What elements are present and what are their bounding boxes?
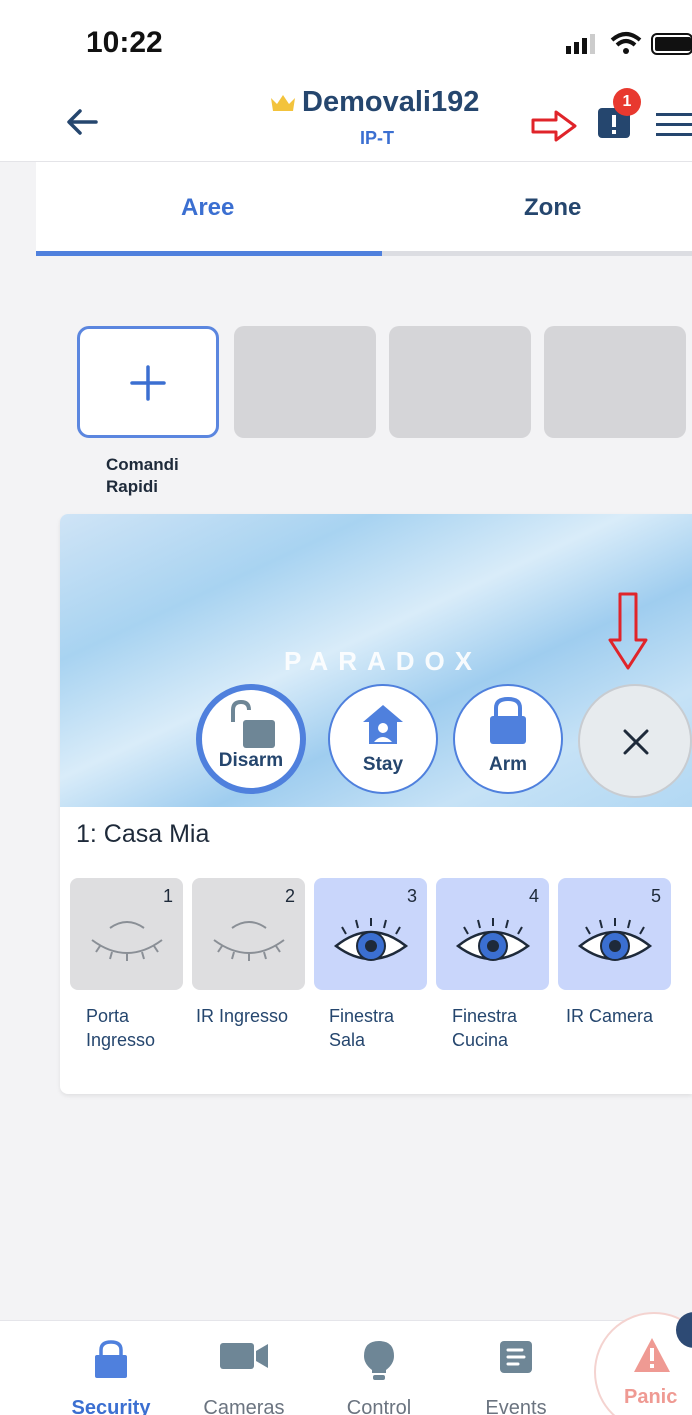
closed-eye-icon bbox=[213, 921, 285, 961]
close-icon bbox=[623, 729, 649, 755]
status-icons bbox=[566, 32, 692, 55]
view-tabs: Aree Zone bbox=[36, 162, 692, 256]
app-header: Demovali192 IP-T 1 bbox=[0, 80, 692, 162]
area-name: 1: Casa Mia bbox=[76, 820, 210, 848]
open-eye-icon bbox=[333, 918, 409, 961]
open-eye-icon bbox=[455, 918, 531, 961]
bulb-icon bbox=[364, 1341, 394, 1380]
quick-commands-label: Comandi Rapidi bbox=[106, 455, 179, 496]
closed-eye-icon bbox=[91, 921, 163, 961]
quick-command-slot bbox=[544, 326, 686, 438]
zone-label: Porta Ingresso bbox=[86, 1006, 156, 1050]
unlocked-padlock-icon bbox=[231, 699, 275, 748]
zone-tile[interactable]: 2 bbox=[192, 878, 305, 990]
red-arrow-right-icon bbox=[531, 110, 577, 142]
zone-label: Finestra Sala bbox=[329, 1006, 395, 1050]
brand-logo: PARADOX bbox=[284, 646, 483, 676]
site-title: Demovali192 bbox=[302, 86, 480, 118]
camera-icon bbox=[220, 1343, 268, 1369]
red-arrow-down-icon bbox=[608, 592, 648, 670]
plus-icon bbox=[130, 365, 166, 401]
home-person-icon bbox=[363, 705, 403, 744]
nav-events[interactable]: Events bbox=[461, 1321, 571, 1415]
close-button[interactable] bbox=[578, 684, 692, 798]
zone-tile[interactable]: 5 bbox=[558, 878, 671, 990]
nav-control[interactable]: Control bbox=[324, 1321, 434, 1415]
back-arrow-icon[interactable] bbox=[62, 102, 102, 142]
crown-icon bbox=[271, 95, 295, 111]
tab-aree[interactable]: Aree bbox=[181, 194, 234, 222]
open-eye-icon bbox=[577, 918, 653, 961]
quick-command-slot bbox=[389, 326, 531, 438]
zone-tile[interactable]: 4 bbox=[436, 878, 549, 990]
status-bar: 10:22 bbox=[0, 0, 692, 80]
warning-icon bbox=[634, 1338, 670, 1372]
bottom-nav: Security Cameras Control Events bbox=[0, 1320, 692, 1415]
alert-count-badge: 1 bbox=[613, 88, 641, 116]
zone-label: Finestra Cucina bbox=[452, 1006, 518, 1050]
nav-security[interactable]: Security bbox=[56, 1321, 166, 1415]
zone-tile[interactable]: 1 bbox=[70, 878, 183, 990]
zone-label: IR Camera bbox=[566, 1006, 654, 1026]
site-subtitle: IP-T bbox=[360, 128, 394, 148]
stay-button[interactable]: Stay bbox=[328, 684, 438, 794]
events-icon bbox=[500, 1341, 532, 1373]
add-quick-command-button[interactable] bbox=[77, 326, 219, 438]
area-card: PARADOX Disarm Stay Arm 1: Casa Mia 1 2 … bbox=[60, 514, 692, 1094]
nav-cameras[interactable]: Cameras bbox=[189, 1321, 299, 1415]
quick-command-slot bbox=[234, 326, 376, 438]
lock-icon bbox=[95, 1340, 127, 1378]
area-banner: PARADOX Disarm Stay Arm bbox=[60, 514, 692, 807]
locked-padlock-icon bbox=[490, 696, 526, 744]
disarm-button[interactable]: Disarm bbox=[196, 684, 306, 794]
tab-active-indicator bbox=[36, 251, 382, 256]
status-time: 10:22 bbox=[86, 26, 163, 59]
zone-tile[interactable]: 3 bbox=[314, 878, 427, 990]
arm-button[interactable]: Arm bbox=[453, 684, 563, 794]
zone-label: IR Ingresso bbox=[196, 1006, 289, 1026]
tab-zone[interactable]: Zone bbox=[524, 194, 581, 222]
hamburger-menu-icon[interactable] bbox=[656, 112, 692, 138]
